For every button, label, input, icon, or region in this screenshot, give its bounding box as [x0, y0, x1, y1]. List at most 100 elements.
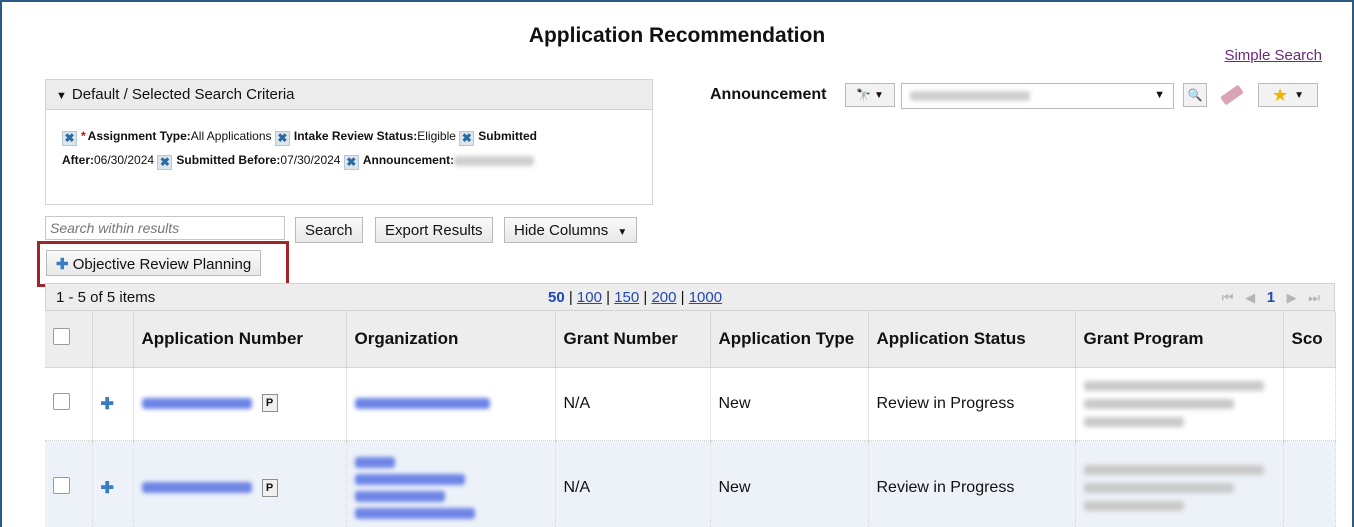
collapse-triangle-icon: ▼ [56, 90, 67, 102]
redacted-value [1083, 380, 1264, 391]
hide-columns-label: Hide Columns [514, 222, 609, 239]
criteria-submitted-after: After:06/30/2024 [62, 153, 157, 167]
eraser-icon [1220, 84, 1244, 106]
grant-number-cell: N/A [555, 367, 711, 441]
favorites-dropdown-button[interactable]: ★ ▼ [1258, 83, 1318, 107]
redacted-value [1083, 501, 1184, 511]
binoculars-dropdown-button[interactable]: 🔭 ▼ [845, 83, 895, 107]
criteria-label-part1: Submitted [478, 129, 537, 143]
organization-link[interactable] [354, 491, 445, 502]
application-number-link[interactable] [141, 397, 252, 409]
grant-number-cell: N/A [555, 440, 711, 527]
score-cell [1283, 367, 1336, 441]
organization-link[interactable] [354, 474, 465, 485]
results-table: Application Number Organization Grant Nu… [45, 311, 1336, 527]
table-row: ✚ P N/A New Review in Progress [45, 440, 1336, 527]
plus-icon: ✚ [56, 256, 69, 273]
column-header-grant-number[interactable]: Grant Number [555, 311, 711, 368]
criteria-value: 06/30/2024 [94, 153, 155, 167]
application-number-cell: P [133, 440, 347, 527]
redacted-value [910, 91, 1030, 101]
results-grid: 1 - 5 of 5 items 50 | 100 | 150 | 200 | … [45, 283, 1336, 527]
score-cell [1283, 440, 1336, 527]
page-size-150[interactable]: 150 [614, 289, 639, 306]
export-results-button[interactable]: Export Results [375, 217, 493, 243]
row-expand-cell: ✚ [92, 367, 134, 441]
grant-program-cell [1075, 440, 1284, 527]
expand-row-icon[interactable]: ✚ [101, 480, 114, 497]
remove-criteria-icon[interactable]: ✖ [157, 155, 173, 170]
criteria-announcement: ✖ Announcement: [343, 153, 535, 170]
remove-criteria-icon[interactable]: ✖ [62, 131, 77, 146]
hide-columns-button[interactable]: Hide Columns ▼ [504, 217, 638, 243]
redacted-value [1083, 416, 1184, 427]
page-size-1000[interactable]: 1000 [689, 289, 722, 306]
application-number-link[interactable] [141, 482, 252, 494]
organization-link[interactable] [354, 397, 490, 409]
organization-link[interactable] [354, 457, 395, 468]
search-button[interactable]: Search [295, 217, 363, 243]
current-page[interactable]: 1 [1267, 289, 1275, 306]
last-page-icon[interactable]: ⏭ [1308, 290, 1320, 305]
remove-criteria-icon[interactable]: ✖ [343, 155, 359, 170]
item-count: 1 - 5 of 5 items [56, 289, 156, 306]
application-number-cell: P [133, 367, 347, 441]
row-checkbox[interactable] [53, 392, 70, 410]
remove-criteria-icon[interactable]: ✖ [459, 131, 475, 146]
pdf-document-icon[interactable]: P [261, 394, 278, 413]
select-all-header [45, 311, 93, 368]
next-page-icon[interactable]: ▶ [1287, 290, 1297, 305]
first-page-icon[interactable]: ⏮ [1222, 290, 1234, 305]
announcement-label: Announcement [710, 86, 827, 103]
page-size-100[interactable]: 100 [577, 289, 602, 306]
header-row: Application Number Organization Grant Nu… [45, 311, 1336, 368]
row-checkbox-cell [45, 440, 93, 527]
column-header-application-number[interactable]: Application Number [133, 311, 347, 368]
column-header-application-status[interactable]: Application Status [868, 311, 1076, 368]
eraser-button[interactable] [1216, 83, 1248, 107]
expand-header [92, 311, 134, 368]
chevron-down-icon: ▼ [617, 227, 628, 238]
chevron-down-icon: ▼ [1154, 89, 1165, 101]
simple-search-link[interactable]: Simple Search [1224, 47, 1322, 64]
remove-criteria-icon[interactable]: ✖ [274, 131, 290, 146]
column-header-application-type[interactable]: Application Type [710, 311, 869, 368]
page-title: Application Recommendation [528, 24, 826, 47]
criteria-label-part2: After: [62, 153, 94, 167]
chevron-down-icon: ▼ [1294, 89, 1305, 101]
search-within-results-input[interactable] [45, 216, 285, 240]
pdf-document-icon[interactable]: P [261, 478, 278, 497]
criteria-value: Eligible [417, 129, 456, 143]
table-row: ✚ P N/A New Review in Progress [45, 367, 1336, 441]
column-header-score[interactable]: Sco [1283, 311, 1336, 368]
prev-page-icon[interactable]: ◀ [1245, 290, 1255, 305]
criteria-label: Intake Review Status: [293, 129, 418, 143]
criteria-value: All Applications [190, 129, 272, 143]
page-size-200[interactable]: 200 [651, 289, 676, 306]
criteria-intake-status: ✖ Intake Review Status:Eligible [274, 129, 459, 146]
redacted-value [454, 155, 535, 166]
expand-row-icon[interactable]: ✚ [101, 396, 114, 413]
select-all-checkbox[interactable] [53, 327, 70, 345]
organization-cell [346, 367, 556, 441]
row-checkbox-cell [45, 367, 93, 441]
criteria-panel-header[interactable]: ▼ Default / Selected Search Criteria [46, 80, 652, 110]
organization-link[interactable] [354, 508, 475, 519]
chevron-down-icon: ▼ [874, 89, 884, 101]
binoculars-icon: 🔭 [856, 88, 872, 102]
criteria-list: ✖ * Assignment Type:All Applications ✖ Inta… [46, 110, 652, 172]
column-header-grant-program[interactable]: Grant Program [1075, 311, 1284, 368]
objective-review-planning-button[interactable]: ✚ Objective Review Planning [46, 250, 262, 276]
page-size-options: 50 | 100 | 150 | 200 | 1000 [548, 289, 723, 306]
criteria-submitted-before: ✖ Submitted Before:07/30/2024 [157, 153, 343, 170]
criteria-label: Assignment Type: [87, 129, 191, 143]
redacted-value [1083, 398, 1234, 409]
criteria-label: Submitted Before: [176, 153, 281, 167]
column-header-organization[interactable]: Organization [346, 311, 556, 368]
search-magnifier-button[interactable]: 🔍 [1183, 83, 1207, 107]
row-checkbox[interactable] [53, 477, 70, 494]
announcement-select[interactable]: ▼ [901, 83, 1174, 109]
star-icon: ★ [1271, 84, 1289, 105]
page-size-50[interactable]: 50 [548, 289, 565, 306]
criteria-value: 07/30/2024 [280, 153, 341, 167]
